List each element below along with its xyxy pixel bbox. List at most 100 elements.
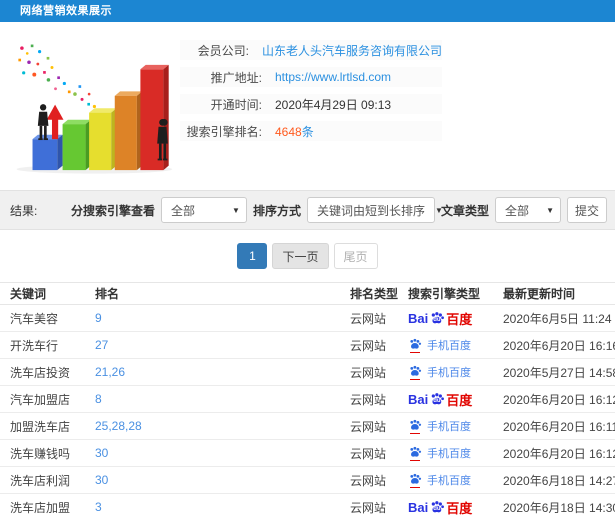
result-label: 结果: [10, 203, 38, 218]
promo-url-label: 推广地址: [210, 70, 262, 85]
keyword-cell: 加盟洗车店 [10, 419, 71, 434]
filters: 分搜索引擎查看 全部 ▼ 排序方式 关键词由短到长排序 ▼ 文章类型 全部 ▼ … [71, 197, 607, 223]
rank-type-cell: 云网站 [350, 500, 387, 515]
engine-cell: 手机百度 [398, 364, 493, 380]
rank-cell[interactable]: 30 [85, 446, 340, 460]
table-row: 洗车赚钱吗 30 云网站 手机百度 2020年6月20日 16:12 [0, 440, 615, 467]
col-engine-type: 搜索引擎类型 [408, 287, 481, 301]
keyword-cell: 洗车店加盟 [10, 500, 71, 515]
rank-cell[interactable]: 25,28,28 [85, 419, 340, 433]
page-title: 网络营销效果展示 [0, 0, 615, 22]
baidu-logo: Bai du 百度 [408, 499, 473, 516]
rank-cell[interactable]: 30 [85, 473, 340, 487]
rank-type-cell: 云网站 [350, 419, 387, 434]
sort-filter-value: 关键词由短到长排序 [316, 203, 425, 218]
baidu-paw-icon: du [429, 310, 445, 326]
rank-type-cell: 云网站 [350, 338, 387, 353]
col-updated: 最新更新时间 [503, 287, 576, 301]
baidu-paw-icon: du [429, 391, 445, 407]
result-filter-bar: 结果: 分搜索引擎查看 全部 ▼ 排序方式 关键词由短到长排序 ▼ 文章类型 全… [0, 190, 615, 230]
table-row: 汽车美容 9 云网站 Bai du 百度 2020年6月5日 11:24 [0, 305, 615, 332]
mobile-baidu-paw-icon [408, 418, 422, 434]
table-row: 开洗车行 27 云网站 手机百度 2020年6月20日 16:16 [0, 332, 615, 359]
keyword-cell: 洗车赚钱吗 [10, 446, 71, 461]
updated-cell: 2020年6月18日 14:27 [503, 473, 615, 488]
col-rank: 排名 [95, 287, 120, 301]
keyword-cell: 开洗车行 [10, 338, 59, 353]
field-engine-rank-count: 搜索引擎排名: 4648条 [180, 121, 442, 141]
sort-filter-select[interactable]: 关键词由短到长排序 ▼ [306, 197, 443, 223]
engine-filter-value: 全部 [170, 203, 195, 218]
info-section: 会员公司: 山东老人头汽车服务咨询有限公司 推广地址: https://www.… [0, 22, 615, 190]
keyword-cell: 洗车店投资 [10, 365, 71, 380]
table-row: 洗车店加盟 3 云网站 Bai du 百度 2020年6月18日 14:30 [0, 494, 615, 520]
type-filter-select[interactable]: 全部 ▼ [495, 197, 561, 223]
rank-cell[interactable]: 3 [85, 500, 340, 514]
table-row: 加盟洗车店 25,28,28 云网站 手机百度 2020年6月20日 16:11 [0, 413, 615, 440]
mobile-baidu-logo: 手机百度 [408, 472, 493, 488]
rank-cell[interactable]: 8 [85, 392, 340, 406]
engine-filter-select[interactable]: 全部 ▼ [160, 197, 247, 223]
page-button-current[interactable]: 1 [237, 243, 268, 269]
baidu-logo: Bai du 百度 [408, 310, 473, 327]
chevron-down-icon: ▼ [232, 205, 240, 215]
submit-button[interactable]: 提交 [567, 197, 607, 223]
updated-cell: 2020年6月5日 11:24 [503, 311, 612, 326]
col-rank-type: 排名类型 [350, 287, 398, 301]
updated-cell: 2020年6月18日 14:30 [503, 500, 615, 515]
rank-cell[interactable]: 9 [85, 311, 340, 325]
rank-count-number: 4648 [275, 124, 302, 139]
keyword-cell: 洗车店利润 [10, 473, 71, 488]
rank-type-cell: 云网站 [350, 392, 387, 407]
page-button-next[interactable]: 下一页 [272, 243, 329, 269]
updated-cell: 2020年5月27日 14:58 [503, 365, 615, 380]
table-row: 洗车店投资 21,26 云网站 手机百度 2020年5月27日 14:58 [0, 359, 615, 386]
engine-cell: 手机百度 [398, 445, 493, 461]
updated-cell: 2020年6月20日 16:12 [503, 446, 615, 461]
rank-type-cell: 云网站 [350, 365, 387, 380]
member-company-label: 会员公司: [197, 43, 249, 58]
mobile-baidu-logo: 手机百度 [408, 445, 493, 461]
engine-cell: 手机百度 [398, 418, 493, 434]
engine-cell: 手机百度 [398, 337, 493, 353]
rank-type-cell: 云网站 [350, 473, 387, 488]
baidu-logo: Bai du 百度 [408, 391, 473, 408]
promo-url-value[interactable]: https://www.lrtlsd.com [275, 70, 391, 84]
rank-cell[interactable]: 21,26 [85, 365, 340, 379]
engine-filter-label: 分搜索引擎查看 [70, 203, 155, 218]
mobile-baidu-logo: 手机百度 [408, 418, 493, 434]
page-button-last[interactable]: 尾页 [333, 243, 378, 269]
mobile-baidu-paw-icon [408, 445, 422, 461]
field-member-company: 会员公司: 山东老人头汽车服务咨询有限公司 [180, 40, 442, 60]
rank-count-suffix: 条 [301, 124, 314, 139]
table-header: 关键词 排名 排名类型 搜索引擎类型 最新更新时间 [0, 282, 615, 305]
pagination: 1 下一页 尾页 [0, 243, 615, 269]
engine-cell: Bai du 百度 [398, 309, 493, 328]
type-filter-value: 全部 [505, 203, 530, 218]
table-row: 洗车店利润 30 云网站 手机百度 2020年6月18日 14:27 [0, 467, 615, 494]
table-row: 汽车加盟店 8 云网站 Bai du 百度 2020年6月20日 16:12 [0, 386, 615, 413]
table-body: 汽车美容 9 云网站 Bai du 百度 2020年6月5日 11:24 开洗车… [0, 305, 615, 520]
field-promo-url: 推广地址: https://www.lrtlsd.com [180, 67, 442, 87]
engine-cell: Bai du 百度 [398, 390, 493, 409]
engine-rank-count-label: 搜索引擎排名: [186, 124, 262, 139]
confetti-dots [18, 44, 103, 112]
keyword-cell: 汽车加盟店 [10, 392, 71, 407]
bar-chart-illustration [16, 44, 173, 174]
rank-cell[interactable]: 27 [85, 338, 340, 352]
updated-cell: 2020年6月20日 16:16 [503, 338, 615, 353]
updated-cell: 2020年6月20日 16:12 [503, 392, 615, 407]
growth-arrow-icon [46, 104, 64, 140]
engine-rank-count-value[interactable]: 4648条 [275, 123, 314, 140]
engine-cell: 手机百度 [398, 472, 493, 488]
updated-cell: 2020年6月20日 16:11 [503, 419, 615, 434]
col-keyword: 关键词 [10, 287, 47, 301]
keyword-cell: 汽车美容 [10, 311, 59, 326]
mobile-baidu-logo: 手机百度 [408, 337, 493, 353]
mobile-baidu-logo: 手机百度 [408, 364, 493, 380]
member-company-value[interactable]: 山东老人头汽车服务咨询有限公司 [262, 42, 442, 59]
rank-type-cell: 云网站 [350, 446, 387, 461]
chevron-down-icon: ▼ [546, 205, 554, 215]
open-time-label: 开通时间: [210, 97, 262, 112]
baidu-paw-icon: du [429, 499, 445, 515]
